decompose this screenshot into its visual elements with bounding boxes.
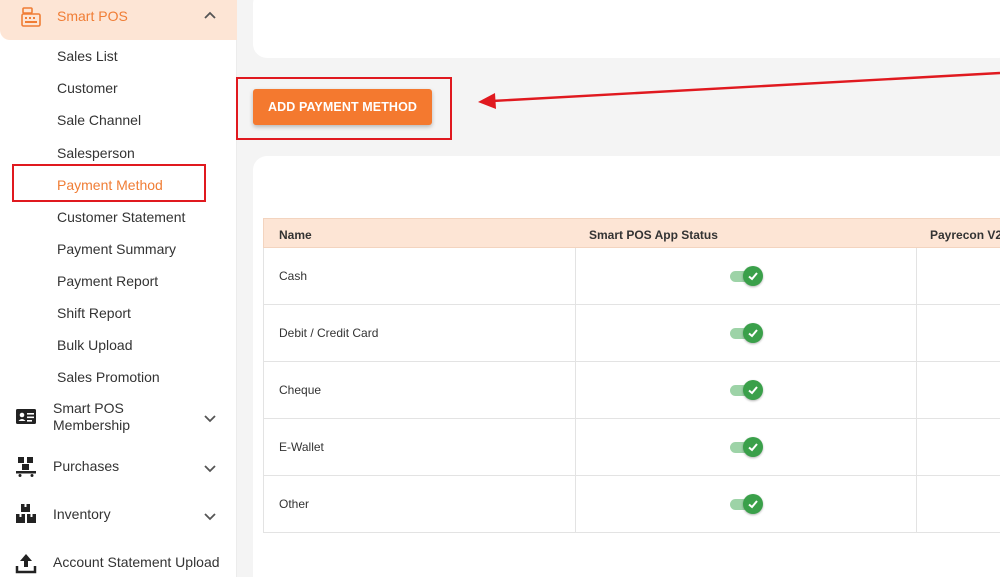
chevron-down-icon[interactable]: [203, 461, 217, 475]
sidebar-item-customer-statement[interactable]: Customer Statement: [57, 209, 185, 225]
annotation-arrow: [478, 71, 1000, 109]
sidebar-section-smart-pos[interactable]: Smart POS: [0, 0, 237, 40]
top-card: [253, 0, 1000, 58]
chevron-down-icon[interactable]: [203, 509, 217, 523]
chevron-up-icon[interactable]: [203, 9, 217, 23]
payment-method-name: Debit / Credit Card: [279, 326, 379, 340]
payment-method-name: Other: [279, 497, 310, 511]
sidebar: Smart POS Sales List Customer Sale Chann…: [0, 0, 237, 577]
sidebar-section-label: Smart POS: [57, 8, 128, 24]
table-row: Other: [263, 476, 1000, 533]
sidebar-group-label: Inventory: [53, 506, 111, 522]
sidebar-item-sales-list[interactable]: Sales List: [57, 48, 118, 64]
sidebar-item-label: Account Statement Upload: [53, 554, 220, 570]
sidebar-item-salesperson[interactable]: Salesperson: [57, 145, 135, 161]
upload-icon: [15, 554, 37, 574]
check-icon: [743, 437, 763, 457]
divider: [916, 362, 917, 419]
sidebar-item-payment-summary[interactable]: Payment Summary: [57, 241, 176, 257]
inventory-boxes-icon: [16, 504, 36, 523]
divider: [575, 362, 576, 419]
sidebar-item-customer[interactable]: Customer: [57, 80, 118, 96]
column-header-smart-pos-status: Smart POS App Status: [589, 228, 718, 242]
divider: [575, 305, 576, 362]
sidebar-item-account-statement-upload[interactable]: Account Statement Upload: [0, 548, 237, 577]
status-toggle[interactable]: [730, 494, 764, 514]
sidebar-item-payment-report[interactable]: Payment Report: [57, 273, 158, 289]
membership-card-icon: [16, 409, 36, 424]
status-toggle[interactable]: [730, 437, 764, 457]
payment-method-name: Cash: [279, 269, 308, 283]
highlight-box: [12, 164, 206, 202]
sidebar-group-membership[interactable]: Smart POS Membership: [0, 398, 237, 438]
column-header-payrecon-status: Payrecon V2 S: [930, 228, 1000, 242]
table-row: Debit / Credit Card: [263, 305, 1000, 362]
purchases-icon: [16, 457, 36, 477]
divider: [916, 419, 917, 476]
divider: [916, 248, 917, 305]
sidebar-item-sales-promotion[interactable]: Sales Promotion: [57, 369, 160, 385]
check-icon: [743, 494, 763, 514]
table-header: Name Smart POS App Status Payrecon V2 S: [263, 218, 1000, 248]
highlight-box: [236, 77, 452, 140]
divider: [575, 248, 576, 305]
divider: [916, 476, 917, 533]
status-toggle[interactable]: [730, 266, 764, 286]
status-toggle[interactable]: [730, 380, 764, 400]
payment-method-name: E-Wallet: [279, 440, 324, 454]
chevron-down-icon[interactable]: [203, 411, 217, 425]
sidebar-group-label-line1: Smart POS: [53, 400, 124, 416]
status-toggle[interactable]: [730, 323, 764, 343]
sidebar-item-bulk-upload[interactable]: Bulk Upload: [57, 337, 133, 353]
divider: [575, 476, 576, 533]
column-header-name: Name: [279, 228, 312, 242]
sidebar-group-purchases[interactable]: Purchases: [0, 452, 237, 482]
sidebar-item-sale-channel[interactable]: Sale Channel: [57, 112, 141, 128]
cash-register-icon: [21, 7, 41, 27]
check-icon: [743, 323, 763, 343]
payment-method-name: Cheque: [279, 383, 322, 397]
sidebar-group-label-line2: Membership: [53, 417, 131, 433]
sidebar-group-label: Purchases: [53, 458, 120, 474]
check-icon: [743, 266, 763, 286]
sidebar-group-inventory[interactable]: Inventory: [0, 500, 237, 530]
divider: [916, 305, 917, 362]
sidebar-item-shift-report[interactable]: Shift Report: [57, 305, 131, 321]
table-row: Cheque: [263, 362, 1000, 419]
table-row: E-Wallet: [263, 419, 1000, 476]
check-icon: [743, 380, 763, 400]
table-row: Cash: [263, 248, 1000, 305]
divider: [575, 419, 576, 476]
